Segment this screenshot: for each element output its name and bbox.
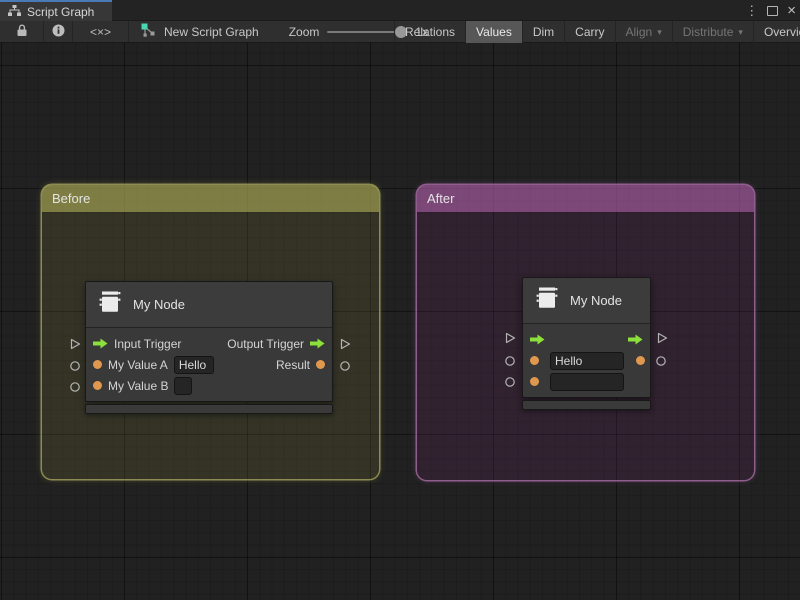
value-b-field[interactable]	[550, 373, 624, 391]
group-after-header[interactable]: After	[417, 185, 754, 212]
chevron-down-icon: ▾	[738, 27, 743, 38]
node-before-header[interactable]: My Node	[86, 282, 332, 327]
port-label: Output Trigger	[227, 337, 304, 351]
value-b-field[interactable]	[174, 377, 192, 395]
code-icon: <×>	[90, 25, 111, 39]
align-dropdown[interactable]: Align ▾	[615, 21, 672, 43]
zoom-label: Zoom	[289, 25, 320, 39]
graph-canvas[interactable]: Before After	[0, 43, 800, 600]
node-title: My Node	[570, 293, 622, 308]
input-trigger-port-icon[interactable]	[530, 334, 545, 345]
new-script-graph-icon	[141, 23, 156, 40]
info-icon	[52, 24, 65, 40]
node-before[interactable]: My Node Input Trigger Output Trigger	[85, 281, 333, 414]
port-row	[523, 371, 650, 392]
value-b-port-icon[interactable]	[530, 377, 539, 386]
value-b-port-icon[interactable]	[93, 381, 102, 390]
info-button[interactable]	[44, 21, 73, 42]
tab-script-graph[interactable]: Script Graph	[0, 0, 112, 21]
value-b-outer-port[interactable]	[504, 376, 516, 388]
value-a-outer-port[interactable]	[69, 360, 81, 372]
trigger-input-outer-port[interactable]	[504, 332, 516, 344]
value-b-outer-port[interactable]	[69, 381, 81, 393]
node-before-body: Input Trigger Output Trigger My Value A …	[86, 327, 332, 401]
port-label: My Value A	[108, 358, 168, 372]
graph-toolbar: <×> New Script Graph Zoom 1x Re	[0, 21, 800, 43]
trigger-output-outer-port[interactable]	[656, 332, 668, 344]
hierarchy-icon	[8, 5, 21, 19]
code-preview-button[interactable]: <×>	[73, 21, 129, 42]
group-after-title: After	[427, 191, 454, 206]
trigger-input-outer-port[interactable]	[69, 338, 81, 350]
toolbar-mid-group: New Script Graph Zoom 1x	[129, 21, 428, 42]
node-after-body	[523, 323, 650, 397]
node-after-footer[interactable]	[522, 400, 651, 410]
result-outer-port[interactable]	[655, 355, 667, 367]
port-row: My Value A Result	[86, 354, 332, 375]
chevron-down-icon: ▾	[657, 27, 662, 38]
toolbar-right-group: Relations Values Dim Carry Align ▾ Distr…	[394, 21, 800, 43]
values-button[interactable]: Values	[465, 21, 522, 43]
unit-icon	[97, 290, 123, 319]
trigger-output-outer-port[interactable]	[339, 338, 351, 350]
carry-button[interactable]: Carry	[564, 21, 614, 43]
port-label: Input Trigger	[114, 337, 181, 351]
distribute-label: Distribute	[683, 25, 734, 39]
dim-button[interactable]: Dim	[522, 21, 564, 43]
result-port-icon[interactable]	[636, 356, 645, 365]
input-trigger-port-icon[interactable]	[93, 338, 108, 349]
overview-button[interactable]: Overview	[753, 21, 800, 43]
port-row	[523, 329, 650, 350]
output-trigger-port-icon[interactable]	[310, 338, 325, 349]
output-trigger-port-icon[interactable]	[628, 334, 643, 345]
new-script-graph-label[interactable]: New Script Graph	[164, 25, 259, 39]
port-label: My Value B	[108, 379, 168, 393]
window-menu-icon[interactable]: ⋮	[745, 4, 758, 17]
result-outer-port[interactable]	[339, 360, 351, 372]
window-controls: ⋮ ×	[745, 0, 796, 21]
tab-bar: Script Graph ⋮ ×	[0, 0, 800, 21]
distribute-dropdown[interactable]: Distribute ▾	[672, 21, 753, 43]
node-before-footer[interactable]	[85, 404, 333, 414]
lock-button[interactable]	[0, 21, 44, 42]
value-a-field[interactable]	[550, 352, 624, 370]
port-row: My Value B	[86, 375, 332, 396]
value-a-port-icon[interactable]	[93, 360, 102, 369]
value-a-port-icon[interactable]	[530, 356, 539, 365]
unit-icon	[534, 286, 560, 315]
align-label: Align	[626, 25, 653, 39]
relations-button[interactable]: Relations	[394, 21, 465, 43]
group-before-title: Before	[52, 191, 90, 206]
node-after-header[interactable]: My Node	[523, 278, 650, 323]
maximize-icon[interactable]	[767, 6, 778, 16]
node-after[interactable]: My Node	[522, 277, 651, 410]
tab-label: Script Graph	[27, 5, 94, 19]
lock-icon	[16, 24, 28, 40]
result-port-icon[interactable]	[316, 360, 325, 369]
group-before-header[interactable]: Before	[42, 185, 379, 212]
close-icon[interactable]: ×	[787, 3, 796, 18]
value-a-field[interactable]	[174, 356, 214, 374]
node-title: My Node	[133, 297, 185, 312]
port-label: Result	[276, 358, 310, 372]
port-row: Input Trigger Output Trigger	[86, 333, 332, 354]
port-row	[523, 350, 650, 371]
script-graph-window: Script Graph ⋮ ×	[0, 0, 800, 600]
value-a-outer-port[interactable]	[504, 355, 516, 367]
